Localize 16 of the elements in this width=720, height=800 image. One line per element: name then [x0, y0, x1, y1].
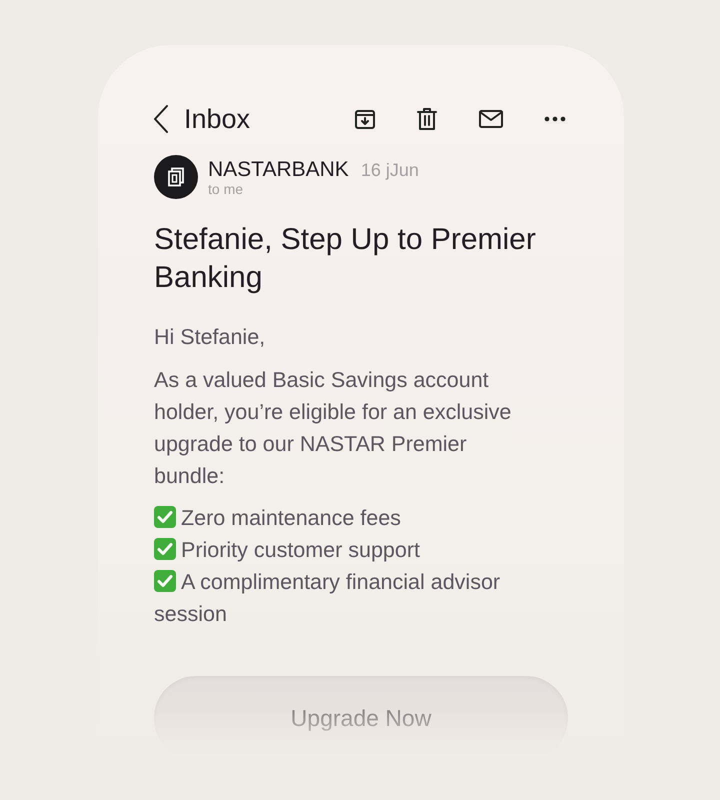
- benefit-text: A complimentary financial advisor session: [154, 570, 500, 626]
- email-subject: Stefanie, Step Up to Premier Banking: [154, 222, 537, 296]
- recipient-label: to me: [208, 180, 244, 196]
- body-paragraph: As a valued Basic Savings account holder, you’re eligible for an exclusive upgrade to our NASTAR Premier bundle:: [154, 367, 512, 490]
- mail-icon[interactable]: [478, 109, 504, 129]
- sender-name: NASTARBANK: [208, 158, 349, 182]
- back-icon[interactable]: [152, 104, 170, 134]
- inbox-title: Inbox: [184, 104, 252, 134]
- email-date: 16 jJun: [360, 160, 419, 180]
- delete-icon[interactable]: [416, 107, 438, 131]
- copy-icon: [167, 167, 185, 187]
- greeting-text: Hi Stefanie,: [154, 324, 266, 351]
- benefit-text: Zero maintenance fees: [181, 506, 401, 530]
- archive-icon[interactable]: [354, 108, 376, 130]
- more-icon[interactable]: [544, 116, 566, 122]
- benefit-text: Priority customer support: [181, 538, 420, 562]
